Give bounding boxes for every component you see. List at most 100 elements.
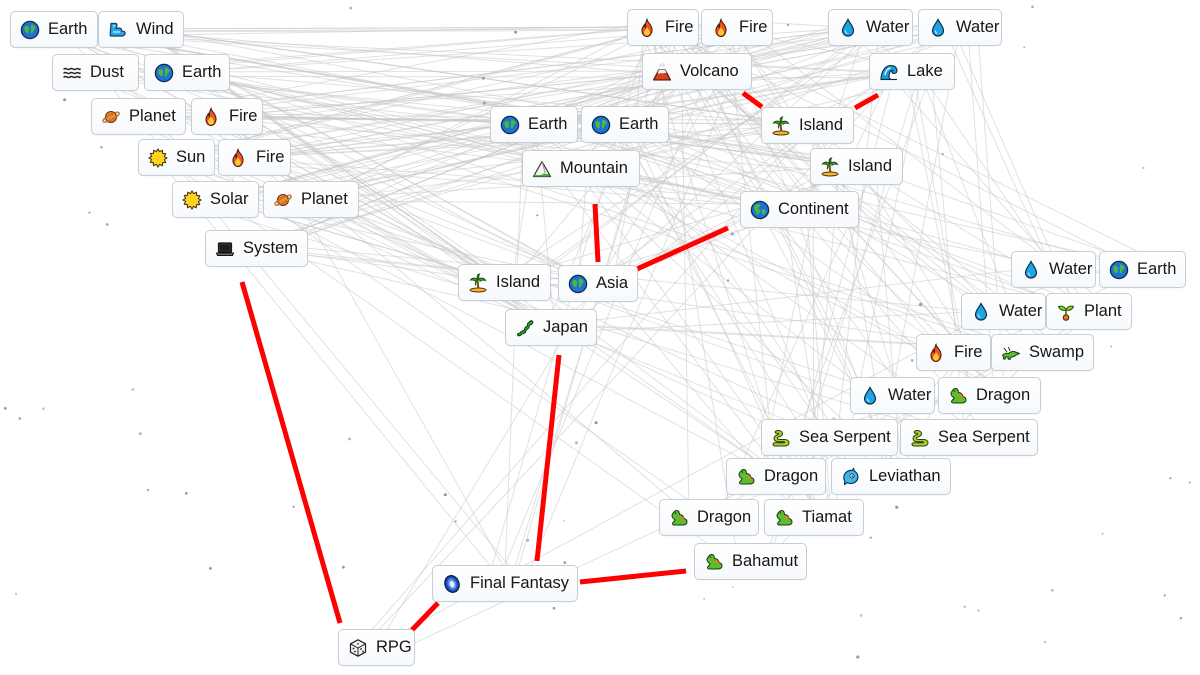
sun-icon bbox=[182, 189, 202, 210]
background-dot bbox=[100, 146, 103, 149]
recipe-link-line bbox=[170, 156, 769, 474]
ringed-planet-icon bbox=[273, 190, 293, 210]
element-node-solar[interactable]: Solar bbox=[172, 181, 259, 218]
element-node-earth[interactable]: Earth bbox=[490, 106, 578, 143]
background-dot bbox=[348, 437, 351, 441]
element-node-fire[interactable]: Fire bbox=[627, 9, 699, 46]
highlight-link-bahamut-to-final-fantasy bbox=[579, 568, 687, 585]
wave-icon bbox=[879, 62, 899, 82]
palm-island-icon bbox=[771, 115, 791, 136]
background-dot bbox=[349, 6, 353, 10]
snake-icon bbox=[910, 428, 930, 448]
dragon-icon bbox=[736, 467, 756, 487]
background-dot bbox=[1043, 640, 1047, 644]
element-node-system[interactable]: System bbox=[205, 230, 308, 267]
leviathan-icon bbox=[841, 466, 861, 487]
element-node-planet[interactable]: Planet bbox=[263, 181, 359, 218]
element-label: Asia bbox=[596, 274, 629, 292]
element-node-continent[interactable]: Continent bbox=[740, 191, 859, 228]
element-node-earth[interactable]: Earth bbox=[581, 106, 669, 143]
element-node-island[interactable]: Island bbox=[810, 148, 903, 185]
element-node-volcano[interactable]: Volcano bbox=[642, 53, 752, 90]
element-node-plant[interactable]: Plant bbox=[1046, 293, 1132, 330]
palm-island-icon bbox=[468, 272, 488, 293]
background-dot bbox=[146, 488, 150, 492]
element-node-tiamat[interactable]: Tiamat bbox=[764, 499, 864, 536]
element-node-mountain[interactable]: Mountain bbox=[522, 150, 640, 187]
background-dot bbox=[1188, 481, 1191, 484]
background-dot bbox=[42, 407, 45, 410]
element-node-planet[interactable]: Planet bbox=[91, 98, 186, 135]
element-node-fire[interactable]: Fire bbox=[916, 334, 991, 371]
game-die-icon bbox=[348, 638, 368, 658]
element-label: Continent bbox=[778, 200, 849, 218]
sun-icon bbox=[148, 147, 168, 168]
element-label: Final Fantasy bbox=[470, 574, 570, 592]
element-node-dragon[interactable]: Dragon bbox=[659, 499, 759, 536]
element-node-dust[interactable]: Dust bbox=[52, 54, 139, 91]
element-node-fire[interactable]: Fire bbox=[218, 139, 291, 176]
element-node-earth[interactable]: Earth bbox=[1099, 251, 1186, 288]
element-node-water[interactable]: Water bbox=[961, 293, 1046, 330]
element-node-water[interactable]: Water bbox=[1011, 251, 1096, 288]
background-dot bbox=[918, 303, 923, 307]
element-node-dragon[interactable]: Dragon bbox=[726, 458, 826, 495]
background-dot bbox=[209, 567, 212, 570]
laptop-icon bbox=[215, 239, 235, 259]
element-node-rpg[interactable]: RPG bbox=[338, 629, 415, 666]
earth-globe-icon bbox=[154, 63, 174, 83]
crocodile-icon bbox=[1001, 343, 1021, 363]
element-node-island[interactable]: Island bbox=[761, 107, 854, 144]
background-dot bbox=[131, 388, 135, 391]
element-node-water[interactable]: Water bbox=[850, 377, 935, 414]
element-node-earth[interactable]: Earth bbox=[144, 54, 230, 91]
element-label: Island bbox=[848, 157, 893, 175]
recipe-link-line bbox=[942, 24, 1053, 270]
earth-globe-icon bbox=[500, 115, 520, 135]
background-dot bbox=[859, 613, 863, 617]
element-label: Leviathan bbox=[869, 467, 941, 485]
element-label: Earth bbox=[528, 115, 568, 133]
element-label: Sun bbox=[176, 148, 206, 166]
element-label: Earth bbox=[182, 63, 222, 81]
element-label: Planet bbox=[301, 190, 348, 208]
element-label: Fire bbox=[665, 18, 694, 36]
element-node-sea-serpent[interactable]: Sea Serpent bbox=[900, 419, 1038, 456]
element-node-sea-serpent[interactable]: Sea Serpent bbox=[761, 419, 898, 456]
background-dot bbox=[342, 565, 345, 569]
element-node-final-fantasy[interactable]: Final Fantasy bbox=[432, 565, 578, 602]
element-node-sun[interactable]: Sun bbox=[138, 139, 215, 176]
element-label: Island bbox=[799, 116, 844, 134]
element-label: Island bbox=[496, 273, 541, 291]
element-label: System bbox=[243, 239, 299, 257]
element-node-lake[interactable]: Lake bbox=[869, 53, 955, 90]
element-node-fire[interactable]: Fire bbox=[191, 98, 263, 135]
background-dot bbox=[731, 586, 734, 588]
element-node-water[interactable]: Water bbox=[828, 9, 913, 46]
japan-map-icon bbox=[515, 318, 535, 338]
element-node-wind[interactable]: Wind bbox=[98, 11, 184, 48]
element-node-fire[interactable]: Fire bbox=[701, 9, 773, 46]
highlight-link-mountain-to-asia bbox=[592, 203, 601, 263]
dragon-icon bbox=[948, 386, 968, 406]
background-dot bbox=[786, 23, 790, 27]
element-node-bahamut[interactable]: Bahamut bbox=[694, 543, 807, 580]
recipe-link-line bbox=[504, 124, 524, 576]
background-dot bbox=[869, 536, 872, 539]
element-node-dragon[interactable]: Dragon bbox=[938, 377, 1041, 414]
background-dot bbox=[1031, 5, 1034, 9]
background-dot bbox=[574, 441, 578, 445]
element-node-japan[interactable]: Japan bbox=[505, 309, 597, 346]
element-node-asia[interactable]: Asia bbox=[558, 265, 638, 302]
element-label: Japan bbox=[543, 318, 588, 336]
background-dot bbox=[15, 592, 18, 595]
element-node-earth[interactable]: Earth bbox=[10, 11, 98, 48]
element-node-water[interactable]: Water bbox=[918, 9, 1002, 46]
fire-icon bbox=[637, 17, 657, 38]
element-node-swamp[interactable]: Swamp bbox=[991, 334, 1094, 371]
element-node-leviathan[interactable]: Leviathan bbox=[831, 458, 951, 495]
background-dot bbox=[18, 417, 22, 420]
element-node-island[interactable]: Island bbox=[458, 264, 551, 301]
crystal-icon bbox=[442, 574, 462, 594]
element-label: Fire bbox=[256, 148, 285, 166]
